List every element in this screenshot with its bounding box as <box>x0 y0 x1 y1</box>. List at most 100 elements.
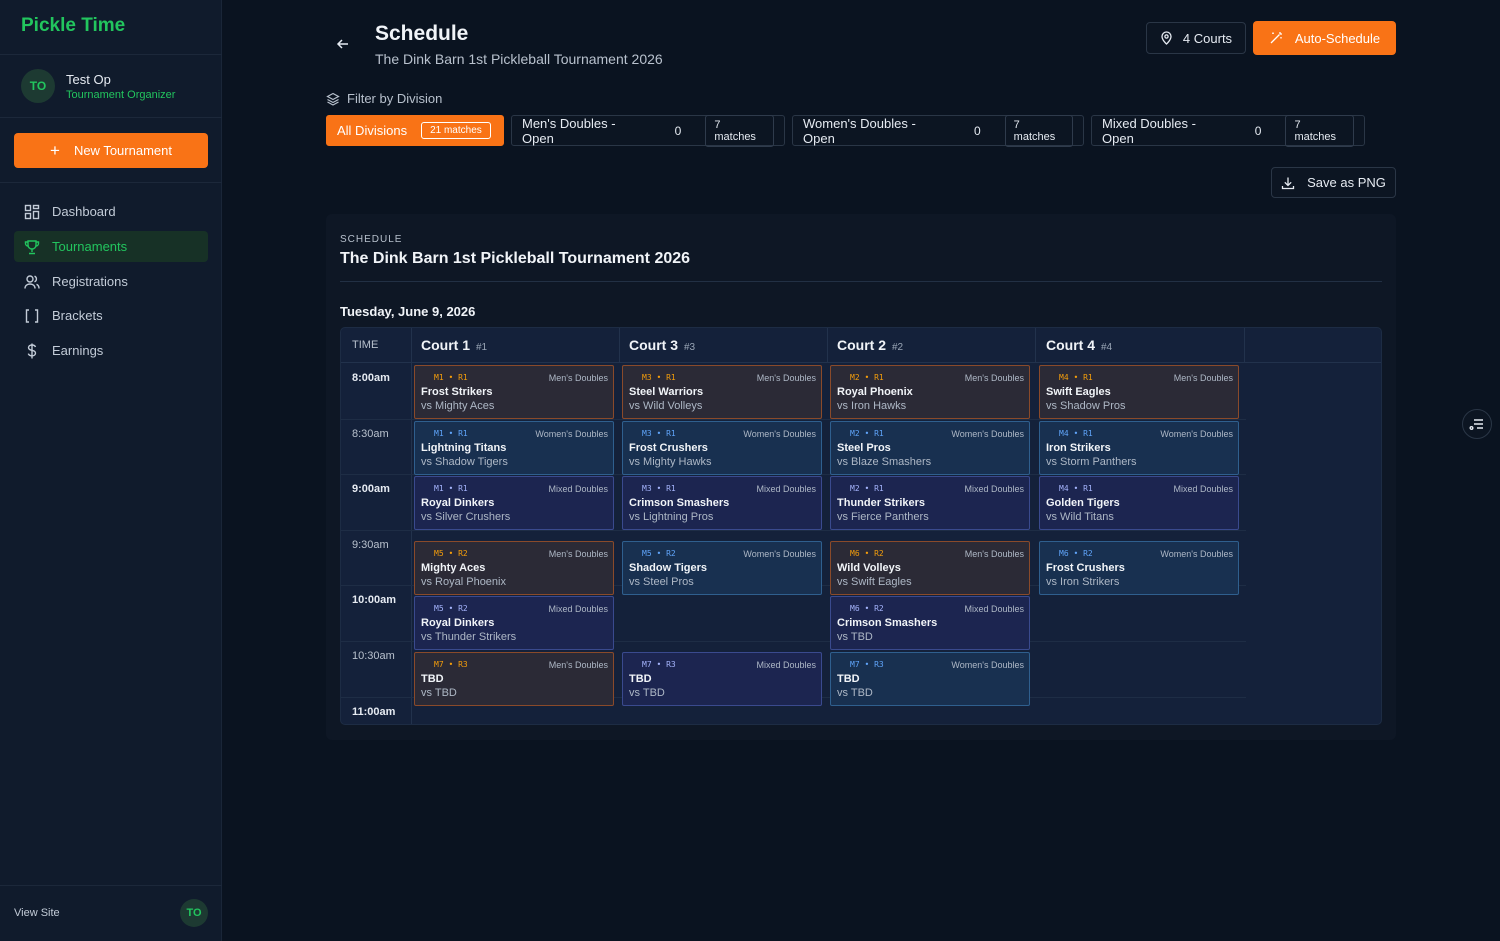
filter-label: Filter by Division <box>326 91 442 106</box>
match-division: Men's Doubles <box>964 548 1024 559</box>
match-card[interactable]: M6 • R2 Mixed Doubles Crimson Smashers vs T… <box>830 596 1030 651</box>
match-card[interactable]: M1 • R1 Men's Doubles Frost Strikers vs Mig… <box>414 365 614 419</box>
court-header: Court 1 #1 <box>421 337 487 353</box>
grid-icon <box>24 204 40 219</box>
match-code: M6 • R2 <box>850 548 884 558</box>
match-card[interactable]: M7 • R3 Mixed Doubles TBD vs TBD <box>622 652 822 706</box>
match-team: TBD <box>421 673 444 685</box>
match-division: Women's Doubles <box>951 660 1024 670</box>
match-team: Frost Strikers <box>421 386 493 398</box>
match-division: Men's Doubles <box>548 548 608 559</box>
match-card[interactable]: M3 • R1 Men's Doubles Steel Warriors vs Wil… <box>622 365 822 419</box>
match-card[interactable]: M4 • R1 Women's Doubles Iron Strikers vs St… <box>1039 420 1239 475</box>
match-card[interactable]: M5 • R2 Men's Doubles Mighty Aces vs Royal … <box>414 540 614 595</box>
match-card[interactable]: M3 • R1 Mixed Doubles Crimson Smashers vs L… <box>622 476 822 531</box>
court-header: Court 2 #2 <box>837 337 903 353</box>
match-code: M5 • R2 <box>434 604 468 614</box>
sidebar-item-registrations[interactable]: Registrations <box>14 266 208 297</box>
arrow-left-icon[interactable] <box>336 37 350 51</box>
match-opponent: vs TBD <box>629 687 665 699</box>
auto-schedule-button[interactable]: Auto-Schedule <box>1253 21 1396 55</box>
match-opponent: vs Royal Phoenix <box>421 575 506 588</box>
divider <box>1244 328 1245 363</box>
match-card[interactable]: M2 • R1 Men's Doubles Royal Phoenix vs Iron… <box>830 365 1030 419</box>
time-slot-label: 9:00am <box>352 483 390 496</box>
match-card[interactable]: M7 • R3 Men's Doubles TBD vs TBD <box>414 652 614 706</box>
match-card[interactable]: M7 • R3 Women's Doubles TBD vs TBD <box>830 652 1030 706</box>
match-opponent: vs Shadow Tigers <box>421 455 508 468</box>
match-card[interactable]: M1 • R1 Women's Doubles Lightning Titans vs… <box>414 420 614 475</box>
match-card[interactable]: M6 • R2 Women's Doubles Frost Crushers vs I… <box>1039 540 1239 595</box>
chip-count: 0 <box>973 123 981 138</box>
sidebar-item-brackets[interactable]: Brackets <box>14 300 208 331</box>
match-opponent: vs Mighty Aces <box>421 400 495 412</box>
chip-label: All Divisions <box>337 123 408 138</box>
match-card[interactable]: M3 • R1 Women's Doubles Frost Crushers vs M… <box>622 420 822 475</box>
match-opponent: vs Wild Titans <box>1046 511 1114 524</box>
courts-label: 4 Courts <box>1182 30 1233 46</box>
match-code: M4 • R1 <box>1059 484 1093 494</box>
filter-chip-mens-doubles[interactable]: Men's Doubles - Open 0 7 matches <box>511 114 785 147</box>
match-code: M5 • R2 <box>642 548 676 558</box>
match-team: Steel Warriors <box>629 386 704 398</box>
match-team: TBD <box>837 673 860 685</box>
save-png-button[interactable]: Save as PNG <box>1271 167 1396 198</box>
match-code: M3 • R1 <box>642 373 676 382</box>
sidebar-item-label: Tournaments <box>52 239 128 254</box>
chip-count: 0 <box>674 123 682 138</box>
sidebar-item-earnings[interactable]: Earnings <box>14 335 208 366</box>
match-card[interactable]: M2 • R1 Women's Doubles Steel Pros vs Blaze… <box>830 420 1030 475</box>
new-tournament-button[interactable]: + New Tournament <box>14 133 208 168</box>
match-card[interactable]: M4 • R1 Mixed Doubles Golden Tigers vs Wild… <box>1039 476 1239 531</box>
sidebar-item-tournaments[interactable]: Tournaments <box>14 231 208 262</box>
match-opponent: vs Blaze Smashers <box>837 455 932 468</box>
match-division: Women's Doubles <box>743 548 816 559</box>
match-team: Iron Strikers <box>1046 441 1111 454</box>
match-code: M5 • R2 <box>434 548 468 558</box>
sidebar: Pickle Time TO Test Op Tournament Organi… <box>0 0 222 941</box>
court-name: Court 2 <box>837 337 886 353</box>
brand-logo[interactable]: Pickle Time <box>21 15 125 37</box>
filter-chip-mixed-doubles[interactable]: Mixed Doubles - Open 0 7 matches <box>1091 114 1365 147</box>
dollar-icon <box>27 343 37 358</box>
court-number: #1 <box>476 342 488 353</box>
match-division: Men's Doubles <box>1173 373 1233 383</box>
filter-list-button[interactable] <box>1462 409 1492 439</box>
match-code: M2 • R1 <box>850 484 884 494</box>
match-opponent: vs Shadow Pros <box>1046 400 1126 412</box>
match-opponent: vs Storm Panthers <box>1046 455 1137 468</box>
match-division: Mixed Doubles <box>1173 484 1233 495</box>
courts-button[interactable]: 4 Courts <box>1146 22 1246 54</box>
match-division: Mixed Doubles <box>964 484 1024 495</box>
divider <box>0 117 222 118</box>
sidebar-item-dashboard[interactable]: Dashboard <box>14 196 208 227</box>
court-header: Court 3 #3 <box>629 337 695 353</box>
divider <box>1035 328 1036 363</box>
match-card[interactable]: M5 • R2 Mixed Doubles Royal Dinkers vs Thun… <box>414 596 614 651</box>
match-opponent: vs Iron Strikers <box>1046 575 1120 588</box>
users-icon <box>24 274 40 289</box>
match-count-badge: 7 matches <box>705 114 774 147</box>
match-card[interactable]: M5 • R2 Women's Doubles Shadow Tigers vs St… <box>622 540 822 595</box>
match-code: M6 • R2 <box>1059 548 1093 558</box>
divider <box>827 328 828 363</box>
match-opponent: vs Silver Crushers <box>421 511 511 524</box>
brackets-icon <box>25 308 39 323</box>
filter-chip-all[interactable]: All Divisions 21 matches <box>326 115 504 146</box>
magic-wand-icon <box>1270 32 1282 44</box>
match-card[interactable]: M1 • R1 Mixed Doubles Royal Dinkers vs Silv… <box>414 476 614 531</box>
time-slot-label: 8:00am <box>352 372 390 384</box>
match-card[interactable]: M4 • R1 Men's Doubles Swift Eagles vs Shado… <box>1039 365 1239 419</box>
match-count-badge: 21 matches <box>421 122 491 139</box>
day-label: Tuesday, June 9, 2026 <box>340 304 476 319</box>
match-opponent: vs Swift Eagles <box>837 575 912 588</box>
divider <box>619 328 620 363</box>
divider <box>340 281 1382 282</box>
filter-chip-womens-doubles[interactable]: Women's Doubles - Open 0 7 matches <box>792 114 1084 147</box>
match-card[interactable]: M2 • R1 Mixed Doubles Thunder Strikers vs F… <box>830 476 1030 531</box>
chip-label: Mixed Doubles - Open <box>1102 115 1196 146</box>
match-division: Mixed Doubles <box>548 484 608 495</box>
view-site-link[interactable]: View Site <box>14 907 60 919</box>
match-card[interactable]: M6 • R2 Men's Doubles Wild Volleys vs Swift… <box>830 540 1030 595</box>
avatar[interactable]: TO <box>180 899 208 927</box>
